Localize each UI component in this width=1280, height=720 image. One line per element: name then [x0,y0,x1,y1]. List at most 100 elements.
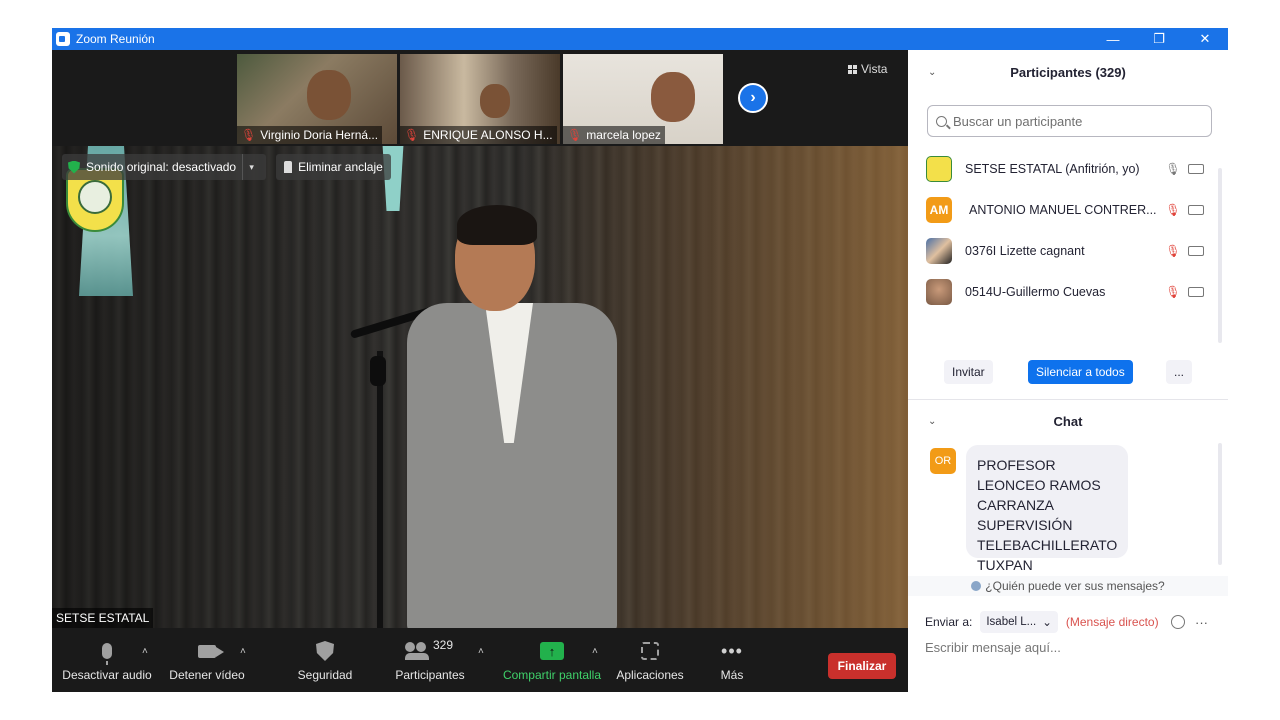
participants-header: ⌄ Participantes (329) [908,52,1228,92]
thumbnail-name-tag: 🎙 ENRIQUE ALONSO H... [400,126,557,144]
window-title: Zoom Reunión [76,32,155,46]
apps-button[interactable]: Aplicaciones [614,628,686,692]
participant-name: 0514U-Guillermo Cuevas [965,284,1106,299]
mute-audio-button[interactable]: Desactivar audio [62,628,152,692]
chat-message: PROFESOR LEONCEO RAMOS CARRANZA SUPERVIS… [966,445,1128,573]
zoom-window: Zoom Reunión — ❐ ✕ 🎙 Virginio Doria Hern… [52,28,1228,692]
participants-button[interactable]: 329 Participantes [392,628,468,692]
audio-options-caret[interactable]: ˄ [142,646,148,657]
collapse-chevron-icon[interactable]: ⌄ [928,67,936,78]
stop-video-label: Detener vídeo [169,668,245,682]
participant-name: ANTONIO MANUEL CONTRER... [969,202,1157,217]
video-options-caret[interactable]: ˄ [240,646,246,657]
speaker-figure [407,205,617,628]
participant-row[interactable]: 0376I Lizette cagnant 🎙 [908,230,1218,271]
more-dots-icon: ••• [721,641,743,661]
side-panel: ⌄ Participantes (329) Buscar un particip… [908,50,1228,692]
participant-face [651,72,695,122]
window-controls: — ❐ ✕ [1090,28,1228,50]
participants-more-button[interactable]: ... [1166,360,1193,384]
meeting-toolbar: Desactivar audio ˄ Detener vídeo ˄ Segur… [52,628,908,692]
search-placeholder: Buscar un participante [953,113,1083,129]
video-thumbnail[interactable]: 🎙 Virginio Doria Herná... [237,54,397,144]
microphone-icon[interactable]: 🎙 [1165,161,1180,177]
who-can-see-label: ¿Quién puede ver sus mensajes? [985,579,1165,593]
zoom-app-icon [56,32,70,46]
avatar [926,278,952,305]
chat-title: Chat [1053,413,1083,429]
more-button[interactable]: ••• Más [708,628,756,692]
avatar: AM [926,196,952,223]
emoji-icon[interactable] [1171,615,1185,629]
video-camera-icon [198,644,216,658]
unpin-button[interactable]: Eliminar anclaje [276,154,391,180]
restore-button[interactable]: ❐ [1136,28,1182,50]
participants-scrollbar[interactable] [1218,168,1222,343]
stop-video-button[interactable]: Detener vídeo [164,628,250,692]
search-icon [936,115,947,127]
invite-button[interactable]: Invitar [944,360,993,384]
view-button[interactable]: Vista [848,62,887,76]
participants-count: 329 [433,638,454,652]
participant-row[interactable] [908,312,1218,316]
thumbnail-name-tag: 🎙 Virginio Doria Herná... [237,126,383,144]
video-off-icon[interactable] [1188,245,1204,256]
video-top-tools: Sonido original: desactivado ▾ Eliminar … [62,154,391,180]
chat-scrollbar[interactable] [1218,443,1222,565]
participant-name: SETSE ESTATAL (Anfitrión, yo) [965,161,1140,176]
muted-mic-icon: 🎙 [567,128,583,142]
next-page-button[interactable]: › [738,83,768,113]
mute-all-button[interactable]: Silenciar a todos [1028,360,1133,384]
video-area: 🎙 Virginio Doria Herná... 🎙 ENRIQUE ALON… [52,50,908,628]
more-label: Más [720,668,744,682]
security-button[interactable]: Seguridad [292,628,358,692]
participant-face [307,70,351,120]
participants-options-caret[interactable]: ˄ [478,646,484,657]
thumbnail-name-tag: 🎙 marcela lopez [563,126,665,144]
title-bar: Zoom Reunión — ❐ ✕ [52,28,1228,50]
chat-header: ⌄ Chat [908,401,1228,441]
apps-label: Aplicaciones [616,668,684,682]
minimize-button[interactable]: — [1090,28,1136,50]
muted-mic-icon: 🎙 [404,128,420,142]
participants-list: SETSE ESTATAL (Anfitrión, yo) 🎙 AM ANTON… [908,148,1218,316]
microphone-icon [102,643,112,665]
chevron-down-icon[interactable]: ▾ [242,154,260,180]
video-off-icon[interactable] [1188,163,1204,174]
video-off-icon[interactable] [1188,204,1204,215]
original-sound-label: Sonido original: desactivado [86,160,237,174]
recipient-select[interactable]: Isabel L... ⌄ [980,611,1058,633]
chat-more-icon[interactable]: ··· [1195,615,1208,630]
send-to-row: Enviar a: Isabel L... ⌄ (Mensaje directo… [925,610,1225,634]
thumbnail-name: ENRIQUE ALONSO H... [423,128,553,142]
share-screen-label: Compartir pantalla [502,668,602,682]
participants-icon [405,642,429,660]
pin-icon [284,161,293,173]
participant-row[interactable]: AM ANTONIO MANUEL CONTRER... 🎙 [908,189,1218,230]
muted-mic-icon[interactable]: 🎙 [1165,284,1180,300]
muted-mic-icon[interactable]: 🎙 [1165,243,1180,259]
security-label: Seguridad [297,668,353,682]
speaker-name-tag: SETSE ESTATAL [52,608,154,628]
collapse-chevron-icon[interactable]: ⌄ [928,416,936,427]
participant-row[interactable]: 0514U-Guillermo Cuevas 🎙 [908,271,1218,312]
chat-message-input[interactable]: Escribir mensaje aquí... [925,640,1061,655]
chevron-right-icon: › [750,89,756,106]
end-meeting-button[interactable]: Finalizar [828,653,896,679]
participant-row[interactable]: SETSE ESTATAL (Anfitrión, yo) 🎙 [908,148,1218,189]
who-can-see-link[interactable]: ¿Quién puede ver sus mensajes? [908,576,1228,596]
participant-search-input[interactable]: Buscar un participante [927,105,1212,137]
participant-name: 0376I Lizette cagnant [965,243,1085,258]
original-sound-button[interactable]: Sonido original: desactivado ▾ [62,154,267,180]
chat-messages: OR PROFESOR LEONCEO RAMOS CARRANZA SUPER… [908,440,1228,573]
share-options-caret[interactable]: ˄ [592,646,598,657]
unpin-label: Eliminar anclaje [298,160,383,174]
video-thumbnail[interactable]: 🎙 marcela lopez [563,54,723,144]
video-thumbnail[interactable]: 🎙 ENRIQUE ALONSO H... [400,54,560,144]
video-off-icon[interactable] [1188,286,1204,297]
muted-mic-icon[interactable]: 🎙 [1165,202,1180,218]
participant-face [480,84,510,118]
close-window-button[interactable]: ✕ [1182,28,1228,50]
thumbnail-name: marcela lopez [586,128,661,142]
share-screen-button[interactable]: ↑ Compartir pantalla [500,628,604,692]
